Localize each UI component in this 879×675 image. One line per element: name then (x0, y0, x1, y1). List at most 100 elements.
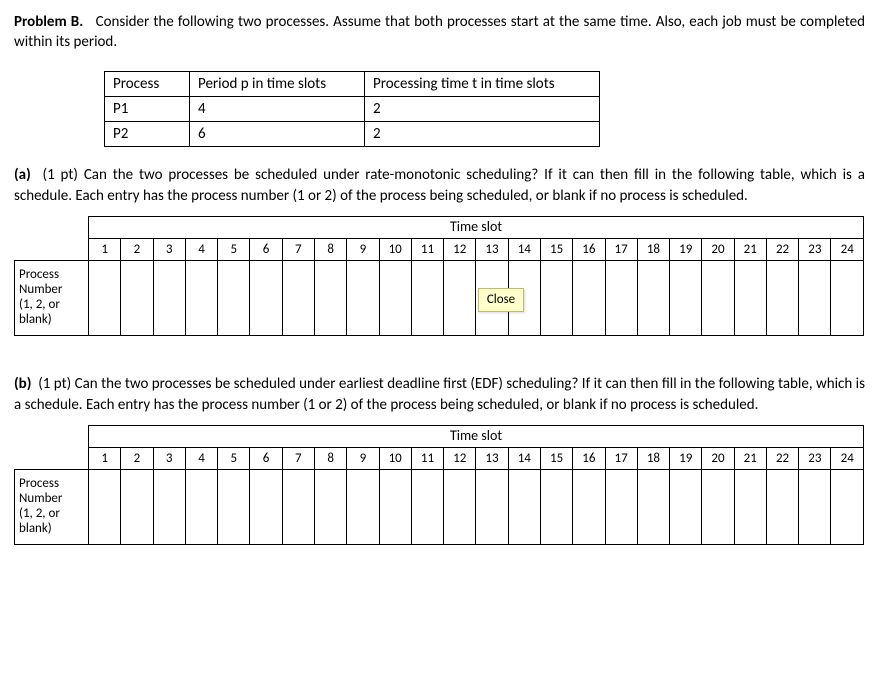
schedule-cell[interactable] (314, 261, 346, 336)
slot-num: 22 (766, 447, 798, 470)
row-label-l2: Number (19, 282, 62, 297)
ptime-cell: 2 (365, 122, 600, 147)
schedule-cell[interactable] (185, 261, 217, 336)
schedule-cell[interactable] (411, 261, 443, 336)
close-tooltip[interactable]: Close (478, 288, 524, 312)
schedule-cell[interactable] (637, 470, 669, 545)
slot-num: 20 (702, 447, 734, 470)
slot-num: 12 (444, 447, 476, 470)
blank-corner (15, 216, 89, 238)
period-cell: 6 (190, 122, 365, 147)
schedule-cell[interactable] (411, 470, 443, 545)
schedule-cell[interactable] (831, 470, 864, 545)
schedule-cell[interactable] (347, 470, 379, 545)
schedule-cell[interactable] (89, 470, 121, 545)
schedule-cell[interactable] (670, 470, 702, 545)
schedule-table-a: Time slot 1 2 3 4 5 6 7 8 9 10 11 12 13 … (14, 216, 864, 337)
schedule-cell[interactable] (831, 261, 864, 336)
slot-num: 11 (411, 238, 443, 261)
schedule-cell[interactable] (314, 470, 346, 545)
schedule-cell[interactable] (89, 261, 121, 336)
schedule-cell[interactable] (799, 261, 831, 336)
slot-num: 19 (670, 447, 702, 470)
slot-num: 18 (637, 447, 669, 470)
timeslot-header: Time slot (89, 425, 864, 447)
table-row: 1 2 3 4 5 6 7 8 9 10 11 12 13 14 15 16 1… (15, 447, 864, 470)
slot-num: 16 (573, 447, 605, 470)
slot-num: 14 (508, 238, 540, 261)
blank-corner (15, 425, 89, 447)
schedule-cell[interactable] (218, 470, 250, 545)
schedule-cell[interactable] (121, 470, 153, 545)
schedule-cell[interactable] (444, 470, 476, 545)
schedule-cell[interactable] (540, 261, 572, 336)
schedule-cell[interactable] (379, 261, 411, 336)
table-row: P2 6 2 (105, 122, 600, 147)
slot-num: 5 (218, 447, 250, 470)
schedule-cell[interactable] (476, 470, 508, 545)
process-table: Process Period p in time slots Processin… (104, 71, 600, 148)
schedule-cell[interactable] (379, 470, 411, 545)
schedule-cell[interactable] (799, 470, 831, 545)
schedule-cell[interactable] (347, 261, 379, 336)
part-b-text: (b) (1 pt) Can the two processes be sche… (14, 374, 865, 415)
schedule-cell[interactable] (766, 261, 798, 336)
schedule-cell[interactable] (734, 470, 766, 545)
schedule-a-wrap: Time slot 1 2 3 4 5 6 7 8 9 10 11 12 13 … (14, 216, 865, 337)
period-header: Period p in time slots (190, 71, 365, 96)
schedule-cell[interactable] (282, 470, 314, 545)
slot-num: 13 (476, 238, 508, 261)
schedule-cell[interactable] (637, 261, 669, 336)
schedule-cell[interactable] (250, 470, 282, 545)
schedule-cell[interactable] (702, 470, 734, 545)
ptime-header: Processing time t in time slots (365, 71, 600, 96)
slot-num: 22 (766, 238, 798, 261)
schedule-cell[interactable] (605, 261, 637, 336)
part-b-label: (b) (14, 375, 31, 393)
schedule-cell[interactable] (573, 470, 605, 545)
schedule-cell[interactable] (734, 261, 766, 336)
slot-num: 13 (476, 447, 508, 470)
process-cell: P2 (105, 122, 190, 147)
schedule-cell[interactable] (508, 470, 540, 545)
schedule-cell[interactable] (153, 261, 185, 336)
schedule-cell[interactable] (540, 470, 572, 545)
slot-num: 23 (799, 447, 831, 470)
schedule-cell[interactable] (153, 470, 185, 545)
schedule-cell[interactable] (121, 261, 153, 336)
part-a-body: Can the two processes be scheduled under… (14, 166, 865, 204)
slot-num: 15 (540, 238, 572, 261)
schedule-cell[interactable] (444, 261, 476, 336)
slot-num: 7 (282, 447, 314, 470)
schedule-cell[interactable] (218, 261, 250, 336)
problem-heading: Problem B. Consider the following two pr… (14, 12, 865, 53)
row-label: Process Number (1, 2, or blank) (15, 470, 89, 545)
schedule-cell[interactable] (250, 261, 282, 336)
schedule-cell[interactable] (702, 261, 734, 336)
problem-intro: Consider the following two processes. As… (14, 13, 865, 51)
slot-num: 15 (540, 447, 572, 470)
slot-num: 1 (89, 447, 121, 470)
schedule-cell[interactable] (670, 261, 702, 336)
part-b-body: Can the two processes be scheduled under… (14, 375, 865, 413)
row-label: Process Number (1, 2, or blank) (15, 261, 89, 336)
slot-num: 2 (121, 238, 153, 261)
slot-num: 17 (605, 447, 637, 470)
schedule-cell[interactable] (282, 261, 314, 336)
slot-num: 24 (831, 238, 864, 261)
slot-num: 23 (799, 238, 831, 261)
slot-num: 17 (605, 238, 637, 261)
slot-num: 10 (379, 447, 411, 470)
slot-num: 3 (153, 447, 185, 470)
schedule-cell[interactable] (766, 470, 798, 545)
blank-corner (15, 238, 89, 261)
slot-num: 19 (670, 238, 702, 261)
schedule-table-b: Time slot 1 2 3 4 5 6 7 8 9 10 11 12 13 … (14, 425, 864, 546)
schedule-cell[interactable] (185, 470, 217, 545)
schedule-cell[interactable] (605, 470, 637, 545)
slot-num: 16 (573, 238, 605, 261)
table-row: Process Period p in time slots Processin… (105, 71, 600, 96)
schedule-b-wrap: Time slot 1 2 3 4 5 6 7 8 9 10 11 12 13 … (14, 425, 865, 546)
part-a-label: (a) (14, 166, 31, 184)
schedule-cell[interactable] (573, 261, 605, 336)
